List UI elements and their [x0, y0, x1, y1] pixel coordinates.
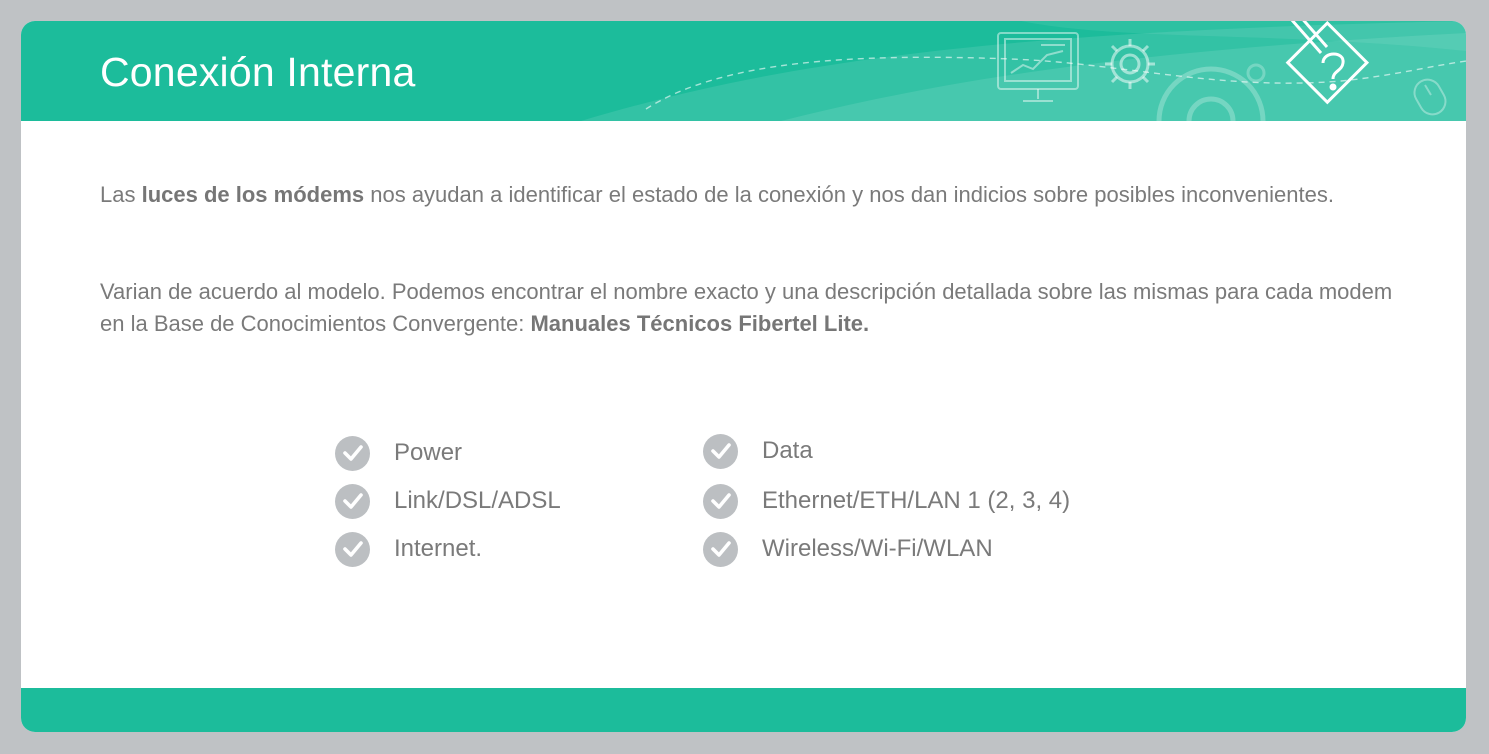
intro-text-prefix: Las	[100, 182, 142, 207]
list-item-link: Link/DSL/ADSL	[335, 483, 561, 519]
list-item-ethernet: Ethernet/ETH/LAN 1 (2, 3, 4)	[703, 483, 1070, 519]
header-banner: Conexión Interna	[21, 21, 1466, 121]
models-text-bold: Manuales Técnicos Fibertel Lite.	[530, 311, 870, 336]
list-item-data: Data	[703, 433, 813, 469]
list-item-label: Internet.	[394, 535, 483, 562]
checkmark-circle-icon	[335, 483, 370, 519]
checkmark-circle-icon	[703, 483, 738, 519]
checkmark-circle-icon	[703, 531, 738, 567]
intro-text-suffix: nos ayudan a identificar el estado de la…	[364, 182, 1334, 207]
list-item-label: Wireless/Wi-Fi/WLAN	[762, 535, 993, 562]
list-item-label: Power	[394, 439, 463, 466]
list-item-label: Data	[762, 437, 813, 464]
list-item-label: Ethernet/ETH/LAN 1 (2, 3, 4)	[762, 487, 1071, 514]
slide: Conexión Interna Las luces de los módems…	[21, 21, 1466, 732]
list-item-label: Link/DSL/ADSL	[394, 487, 561, 514]
intro-text-bold: luces de los módems	[141, 182, 365, 207]
intro-paragraph: Las luces de los módems nos ayudan a ide…	[100, 179, 1350, 211]
footer-bar	[21, 688, 1466, 732]
list-item-internet: Internet.	[335, 531, 482, 567]
checkmark-circle-icon	[335, 435, 370, 471]
page-title: Conexión Interna	[100, 49, 416, 95]
list-item-power: Power	[335, 435, 462, 471]
models-paragraph: Varian de acuerdo al modelo. Podemos enc…	[100, 276, 1420, 340]
list-item-wireless: Wireless/Wi-Fi/WLAN	[703, 531, 993, 567]
checkmark-circle-icon	[703, 433, 738, 469]
checkmark-circle-icon	[335, 531, 370, 567]
